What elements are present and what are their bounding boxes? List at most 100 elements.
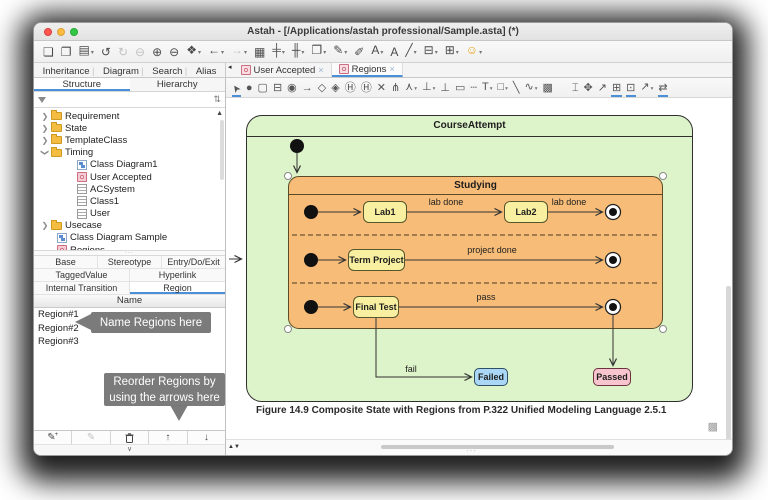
tree-item-class1[interactable]: Class1 bbox=[34, 195, 225, 207]
state-lab1[interactable]: Lab1 bbox=[363, 201, 407, 223]
add-frame-icon[interactable]: ⊞ bbox=[609, 80, 623, 96]
align-horizontal-icon[interactable]: ╪▾ bbox=[269, 41, 288, 62]
nav-tab-search[interactable]: Search bbox=[152, 66, 182, 77]
line-style-icon[interactable]: ╱▾ bbox=[402, 41, 419, 62]
layers-icon[interactable]: ❐▾ bbox=[308, 41, 329, 62]
dropdown-caret-icon[interactable]: ▾ bbox=[301, 44, 304, 62]
dropdown-caret-icon[interactable]: ▾ bbox=[651, 81, 654, 97]
state-final-test[interactable]: Final Test bbox=[353, 296, 399, 318]
shallow-history-icon[interactable]: Ⓗ bbox=[342, 80, 358, 96]
line-icon[interactable]: ╲ bbox=[510, 80, 522, 96]
doc-tab-regions[interactable]: Regions× bbox=[332, 63, 403, 77]
zoom-in-icon[interactable]: ⊕ bbox=[149, 43, 165, 61]
dropdown-caret-icon[interactable]: ▾ bbox=[221, 44, 224, 62]
choice-icon[interactable]: ◇ bbox=[315, 80, 328, 96]
dropdown-caret-icon[interactable]: ▾ bbox=[244, 44, 247, 62]
state-passed[interactable]: Passed bbox=[593, 368, 631, 386]
dropdown-caret-icon[interactable]: ▾ bbox=[490, 81, 493, 97]
doc-tab-user-accepted[interactable]: User Accepted× bbox=[234, 63, 332, 77]
final-state-icon[interactable]: ◉ bbox=[285, 80, 300, 96]
tree-item-acsystem[interactable]: ACSystem bbox=[34, 183, 225, 195]
new-file-icon[interactable]: ❏ bbox=[40, 43, 57, 61]
note-icon[interactable]: ▭ bbox=[452, 80, 467, 96]
hierarchy-icon[interactable]: ⊟▾ bbox=[421, 41, 441, 62]
state-failed[interactable]: Failed bbox=[474, 368, 508, 386]
layout-icon[interactable]: ⊞▾ bbox=[442, 41, 462, 62]
tree-item-templateclass[interactable]: ❯TemplateClass bbox=[34, 134, 225, 146]
tree-item-user[interactable]: User bbox=[34, 208, 225, 220]
swap-icon[interactable]: ⇄ bbox=[656, 80, 670, 96]
dropdown-caret-icon[interactable]: ▾ bbox=[479, 44, 482, 62]
prop-tab-stereotype[interactable]: Stereotype bbox=[98, 256, 162, 268]
image-icon[interactable]: ▩ bbox=[540, 80, 555, 96]
distribute-icon[interactable]: ⌶ bbox=[569, 80, 581, 96]
grid-icon[interactable]: ▦ bbox=[251, 43, 268, 61]
emoji-icon[interactable]: ☺▾ bbox=[463, 41, 485, 62]
chevron-collapsed-icon[interactable]: ❯ bbox=[41, 124, 49, 133]
move-all-icon[interactable]: ✥ bbox=[581, 80, 595, 96]
dropdown-caret-icon[interactable]: ▾ bbox=[323, 44, 326, 62]
state-term-project[interactable]: Term Project bbox=[348, 249, 405, 271]
prop-tab-internal-transition[interactable]: Internal Transition bbox=[34, 282, 130, 294]
tree-item-usecase[interactable]: ❯Usecase bbox=[34, 220, 225, 232]
dropdown-caret-icon[interactable]: ▾ bbox=[433, 81, 436, 97]
tree-item-class-diagram1[interactable]: Class Diagram1 bbox=[34, 159, 225, 171]
subtab-hierarchy[interactable]: Hierarchy bbox=[130, 78, 226, 91]
undo-icon[interactable]: ↺ bbox=[98, 43, 114, 61]
back-icon[interactable]: ←▾ bbox=[205, 41, 227, 62]
terminate-icon[interactable]: ⊥ bbox=[438, 80, 453, 96]
tree-item-user-accepted[interactable]: User Accepted bbox=[34, 171, 225, 183]
prop-tab-hyperlink[interactable]: Hyperlink bbox=[130, 269, 225, 281]
export-frame-icon[interactable]: ⊡ bbox=[624, 80, 638, 96]
dropdown-caret-icon[interactable]: ▾ bbox=[282, 44, 285, 62]
tree-item-class-diagram-sample[interactable]: Class Diagram Sample bbox=[34, 232, 225, 244]
canvas-hscrollbar-thumb[interactable] bbox=[381, 445, 614, 449]
dropdown-caret-icon[interactable]: ▾ bbox=[414, 44, 417, 62]
add-region-button[interactable]: ✎+ bbox=[34, 431, 72, 444]
font-color-icon[interactable]: A▾ bbox=[368, 41, 386, 62]
tree-item-timing[interactable]: ❯Timing bbox=[34, 147, 225, 159]
nav-tab-alias[interactable]: Alias bbox=[196, 66, 217, 77]
tab-scroll-left-icon[interactable]: ◂ bbox=[226, 63, 234, 77]
prop-tab-entry-do-exit[interactable]: Entry/Do/Exit bbox=[162, 256, 225, 268]
submachine-state-icon[interactable]: ⊟ bbox=[270, 80, 284, 96]
sync-bar-icon[interactable]: ⊥▾ bbox=[419, 79, 437, 97]
zoom-out-icon[interactable]: ⊖ bbox=[166, 43, 182, 61]
rect-icon[interactable]: □▾ bbox=[495, 79, 510, 97]
sort-icon[interactable]: ⇅ bbox=[213, 94, 221, 105]
chevron-expanded-icon[interactable]: ❯ bbox=[41, 149, 50, 157]
text-icon[interactable]: T▾ bbox=[479, 79, 495, 97]
tree-scroll-up-icon[interactable]: ▲ bbox=[216, 110, 223, 117]
tree-item-state[interactable]: ❯State bbox=[34, 122, 225, 134]
dropdown-caret-icon[interactable]: ▾ bbox=[344, 44, 347, 62]
highlighter-icon[interactable]: ✐ bbox=[351, 43, 367, 61]
dropdown-caret-icon[interactable]: ▾ bbox=[91, 44, 94, 62]
nav-tab-diagram[interactable]: Diagram bbox=[103, 66, 139, 77]
panel-collapse-chevron[interactable]: ∨ bbox=[34, 444, 225, 455]
font-style-icon[interactable]: A bbox=[387, 43, 401, 61]
move-up-button[interactable]: ↑ bbox=[149, 431, 187, 444]
tree-filter-input[interactable] bbox=[50, 94, 209, 105]
pointer-ne-icon[interactable]: ↗ bbox=[595, 80, 609, 96]
navigator-icon[interactable]: ▩ bbox=[708, 420, 718, 433]
tree-scrollbar-thumb[interactable] bbox=[220, 120, 224, 180]
chevron-collapsed-icon[interactable]: ❯ bbox=[41, 221, 49, 230]
transition-icon[interactable]: → bbox=[299, 80, 315, 96]
select-tool-icon[interactable]: ➤ bbox=[230, 80, 243, 96]
chevron-collapsed-icon[interactable]: ❯ bbox=[41, 112, 49, 121]
align-vertical-icon[interactable]: ╫▾ bbox=[289, 41, 308, 62]
dropdown-caret-icon[interactable]: ▾ bbox=[380, 44, 383, 62]
fit-view-icon[interactable]: ❖▾ bbox=[183, 41, 204, 62]
dropdown-caret-icon[interactable]: ▾ bbox=[435, 44, 438, 62]
dropdown-caret-icon[interactable]: ▾ bbox=[505, 81, 508, 97]
connector-icon[interactable]: ↗▾ bbox=[638, 79, 656, 97]
state-icon[interactable]: ▢ bbox=[255, 80, 270, 96]
state-lab2[interactable]: Lab2 bbox=[504, 201, 548, 223]
canvas-vscrollbar-thumb[interactable] bbox=[726, 286, 731, 439]
note-anchor-icon[interactable]: ┄ bbox=[468, 80, 480, 96]
initial-state-icon[interactable]: ● bbox=[243, 80, 255, 96]
join-icon[interactable]: ⋏▾ bbox=[403, 79, 420, 97]
delete-region-button[interactable] bbox=[111, 431, 149, 444]
move-down-button[interactable]: ↓ bbox=[188, 431, 225, 444]
color-pen-icon[interactable]: ✎▾ bbox=[330, 41, 350, 62]
